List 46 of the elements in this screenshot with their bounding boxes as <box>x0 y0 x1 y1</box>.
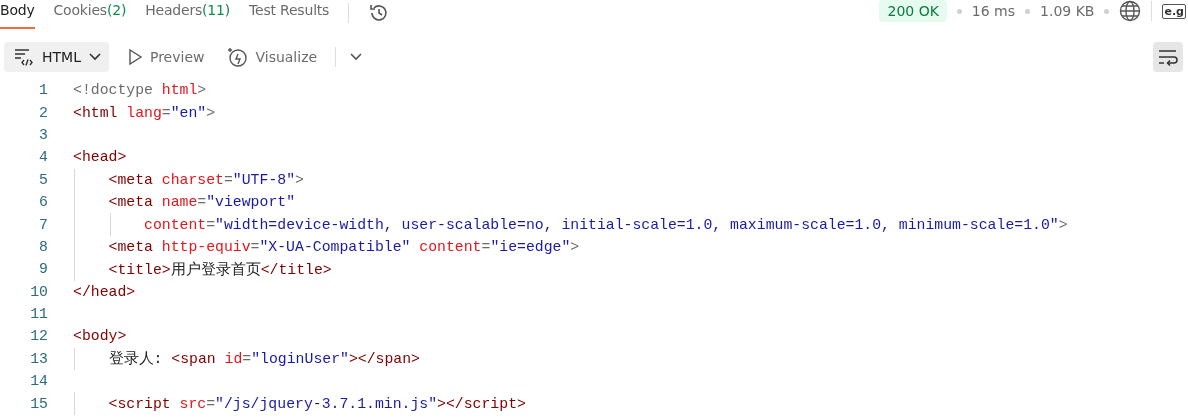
line-number: 7 <box>38 216 49 233</box>
tab[interactable]: Test Results <box>249 0 330 29</box>
code-line: 登录人: <span id="loginUser"></span> <box>107 350 420 369</box>
wrap-lines-button[interactable] <box>1153 42 1183 72</box>
line-number: 2 <box>38 104 49 121</box>
code-line: <!doctype html> <box>73 82 207 99</box>
line-number: 11 <box>29 306 49 323</box>
line-number: 5 <box>38 171 49 188</box>
wrap-lines-icon <box>1157 48 1179 66</box>
line-number: 13 <box>29 350 49 367</box>
response-size: 1.09 KB <box>1040 3 1095 19</box>
line-number: 4 <box>38 149 49 166</box>
code-line: content="width=device-width, user-scalable=no, initial-scale=1.0, maximum-scale=1.0, minimum-scale=1.0"> <box>143 216 1068 233</box>
line-number: 12 <box>29 328 49 345</box>
sparkle-circle-icon <box>226 46 249 68</box>
line-number: 6 <box>38 194 49 211</box>
globe-icon[interactable] <box>1119 0 1142 22</box>
code-line: <meta http-equiv="X-UA-Compatible" content="ie=edge"> <box>107 238 580 255</box>
code-line: <title>用户登录首页</title> <box>107 260 332 279</box>
visualize-button[interactable]: Visualize <box>222 46 322 68</box>
format-dropdown[interactable]: HTML <box>4 42 109 72</box>
line-number: 8 <box>38 238 49 255</box>
line-number: 1 <box>38 82 49 99</box>
play-icon <box>126 48 143 66</box>
line-number: 15 <box>29 395 49 412</box>
code-line: <meta name="viewport" <box>107 194 295 211</box>
status-badge: 200 OK <box>879 0 947 22</box>
code-line: <meta charset="UTF-8"> <box>107 171 304 188</box>
tab[interactable]: Cookies(2) <box>53 0 127 29</box>
code-line: <html lang="en"> <box>73 104 216 121</box>
tab[interactable]: Headers(11) <box>145 0 231 29</box>
line-number: 14 <box>29 373 49 390</box>
line-number: 10 <box>29 283 49 300</box>
response-time: 16 ms <box>971 3 1016 19</box>
code-line: <head> <box>73 149 127 166</box>
code-line: </head> <box>73 283 136 300</box>
line-number: 9 <box>38 261 49 278</box>
chevron-down-icon <box>88 53 101 61</box>
chevron-down-icon[interactable] <box>350 53 363 61</box>
code-format-icon <box>14 48 34 66</box>
example-button[interactable]: e.g <box>1162 3 1186 19</box>
line-number: 3 <box>38 126 49 143</box>
preview-button[interactable]: Preview <box>122 48 209 66</box>
code-line: <body> <box>73 328 127 345</box>
code-line: <script src="/js/jquery-3.7.1.min.js"></script> <box>107 395 526 412</box>
tab[interactable]: Body <box>0 0 35 29</box>
